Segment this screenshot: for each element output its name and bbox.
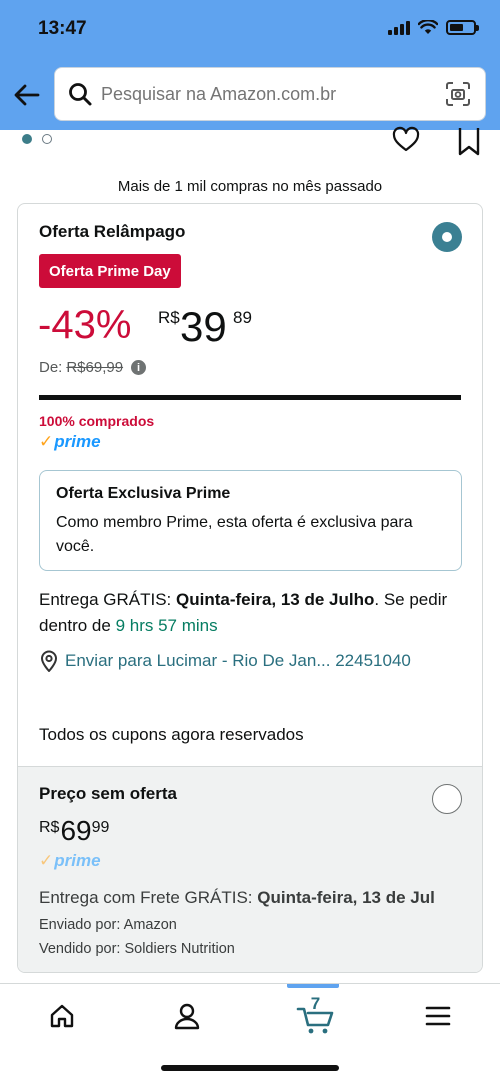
no-offer-option[interactable]: Preço sem oferta R$ 69 99 ✓ prime Entreg…: [18, 766, 482, 972]
search-icon: [69, 83, 92, 106]
prime-check-icon: ✓: [39, 432, 54, 451]
prime-check-icon: ✓: [39, 851, 54, 870]
prime-exclusive-box: Oferta Exclusiva Prime Como membro Prime…: [39, 470, 462, 571]
ship-to-address[interactable]: Enviar para Lucimar - Rio De Jan... 2245…: [65, 651, 411, 671]
nav-home[interactable]: [42, 998, 82, 1034]
carousel-dot-active[interactable]: [22, 134, 32, 144]
info-icon[interactable]: i: [131, 360, 147, 375]
status-time: 13:47: [38, 18, 87, 39]
list-price-label: De:: [39, 359, 63, 376]
buying-options-card: Oferta Relâmpago Oferta Prime Day -43% R…: [17, 203, 483, 973]
nav-cart[interactable]: [293, 1002, 338, 1038]
cart-icon: [296, 1007, 333, 1034]
account-icon: [174, 1003, 200, 1030]
nav-menu[interactable]: [418, 998, 458, 1034]
carousel-dot[interactable]: [42, 134, 52, 144]
back-arrow-icon[interactable]: [12, 80, 42, 110]
active-tab-indicator: [287, 984, 339, 988]
delivery-info: Entrega GRÁTIS: Quinta-feira, 13 de Julh…: [39, 587, 464, 639]
no-offer-title: Preço sem oferta: [39, 784, 177, 803]
delivery-countdown: 9 hrs 57 mins: [115, 616, 218, 635]
search-input[interactable]: [101, 83, 445, 105]
deal-claimed-text: 100% comprados: [39, 413, 155, 429]
exclusive-title: Oferta Exclusiva Prime: [56, 485, 231, 502]
list-price: De: R$69,99 i: [39, 359, 147, 376]
battery-icon: [446, 20, 479, 35]
delivery-prefix: Entrega GRÁTIS:: [39, 590, 176, 609]
image-carousel-dots[interactable]: [22, 134, 52, 144]
delivery-date: Quinta-feira, 13 de Julho: [176, 590, 375, 609]
status-icons: [388, 20, 479, 35]
no-offer-price: R$ 69 99: [39, 815, 109, 847]
prime-day-badge: Oferta Prime Day: [39, 254, 181, 288]
no-offer-radio[interactable]: [432, 784, 462, 814]
shipped-by: Enviado por: Amazon: [39, 917, 177, 933]
offer-title: Oferta Relâmpago: [39, 222, 186, 241]
prime-logo: ✓ prime: [39, 432, 101, 452]
price-cents: 89: [233, 308, 252, 327]
nav-account[interactable]: [167, 998, 207, 1034]
prime-label: prime: [54, 851, 101, 870]
no-offer-delivery-prefix: Entrega com Frete GRÁTIS:: [39, 888, 258, 907]
price-whole: 39: [180, 303, 227, 350]
bookmark-icon[interactable]: [456, 126, 482, 156]
deal-claimed-progress-bar: [39, 395, 461, 400]
no-offer-delivery: Entrega com Frete GRÁTIS: Quinta-feira, …: [39, 888, 435, 908]
search-box[interactable]: [54, 67, 486, 121]
list-price-value: R$69,99: [66, 359, 124, 376]
wifi-icon: [418, 20, 438, 34]
location-pin-icon: [40, 650, 58, 672]
signal-icon: [388, 20, 410, 35]
exclusive-text: Como membro Prime, esta oferta é exclusi…: [56, 514, 413, 555]
sold-by: Vendido por: Soldiers Nutrition: [39, 941, 235, 957]
prime-label: prime: [54, 432, 101, 451]
discount-percentage: -43%: [38, 303, 132, 347]
offer-radio-selected[interactable]: [432, 222, 462, 252]
ship-to-link[interactable]: Enviar para Lucimar - Rio De Jan... 2245…: [39, 650, 411, 672]
camera-search-icon[interactable]: [445, 81, 471, 107]
bought-recently-text: Mais de 1 mil compras no mês passado: [117, 178, 383, 195]
home-icon: [50, 1004, 74, 1028]
no-offer-price-whole: 69: [60, 815, 92, 846]
no-offer-prime-logo: ✓ prime: [39, 851, 101, 871]
heart-icon[interactable]: [392, 126, 420, 154]
no-offer-currency: R$: [39, 819, 60, 836]
lightning-deal-option[interactable]: Oferta Relâmpago Oferta Prime Day -43% R…: [18, 204, 482, 766]
no-offer-price-cents: 99: [91, 819, 110, 836]
no-offer-delivery-date: Quinta-feira, 13 de Jul: [257, 888, 435, 907]
app-header: 13:47: [0, 0, 500, 130]
home-indicator: [161, 1065, 339, 1071]
menu-icon: [425, 1006, 451, 1026]
coupons-reserved-text: Todos os cupons agora reservados: [39, 725, 304, 744]
price-currency: R$: [158, 308, 180, 327]
